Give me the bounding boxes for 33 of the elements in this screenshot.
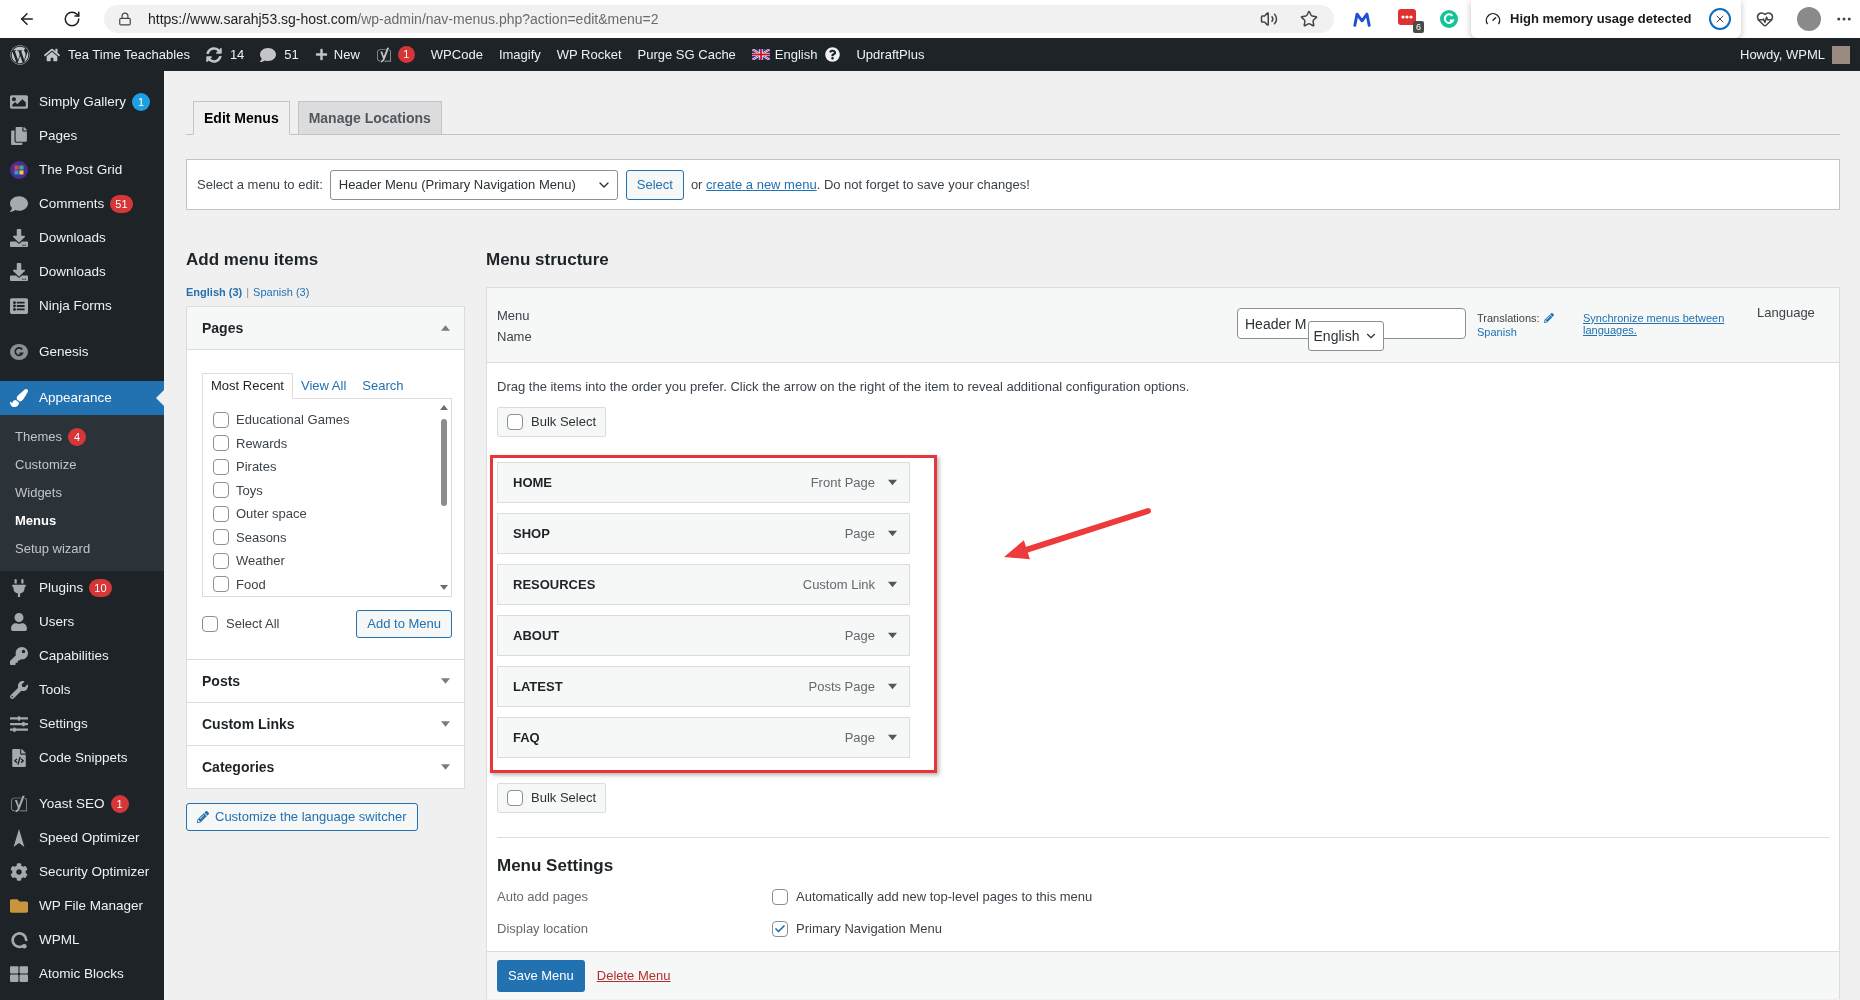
translations-label: Translations: [1477,311,1540,325]
count-badge: 10 [89,579,112,597]
menu-item-type: Page [844,728,875,747]
extension-count-badge: 6 [1413,21,1424,33]
menu-item-title: ABOUT [513,626,560,645]
count-badge: 51 [110,195,133,213]
menu-name-label: Menu Name [497,307,533,346]
menu-item-title: RESOURCES [513,575,596,594]
select-menu-label: Select a menu to edit: [197,175,323,194]
setting-label: Auto add pages [497,888,590,907]
count-badge: 1 [397,46,415,63]
language-label: Language [1757,305,1816,321]
menu-structure-heading: Menu structure [486,250,610,270]
hint-text: or create a new menu. Do not forget to save your changes! [690,175,1030,194]
menu-item-type: Page [844,524,875,543]
menu-item-type: Front Page [810,473,875,492]
url-text: https://www.sarahj53.sg-host.com/wp-admin/nav-menus.php?action=edit&menu=2 [148,9,659,29]
menu-item-title: LATEST [513,677,563,696]
count-badge: 1 [110,795,129,813]
add-menu-items-heading: Add menu items [186,250,320,270]
menu-item-title: SHOP [513,524,550,543]
menu-item-type: Posts Page [808,677,875,696]
menu-item-type: Page [844,626,875,645]
count-badge: 4 [67,428,86,446]
menu-item-type: Custom Link [802,575,875,594]
menu-item-title: HOME [513,473,552,492]
alert-text: High memory usage detected [1510,10,1692,29]
setting-label: Display location [497,920,590,939]
link-separator: | [246,285,250,299]
menu-settings-heading: Menu Settings [497,855,615,877]
instructions-text: Drag the items into the order you prefer. Click the arrow on the right of the item to reveal additional configuration options. [497,378,1191,396]
menu-item-title: FAQ [513,728,540,747]
count-badge: 1 [132,93,151,111]
